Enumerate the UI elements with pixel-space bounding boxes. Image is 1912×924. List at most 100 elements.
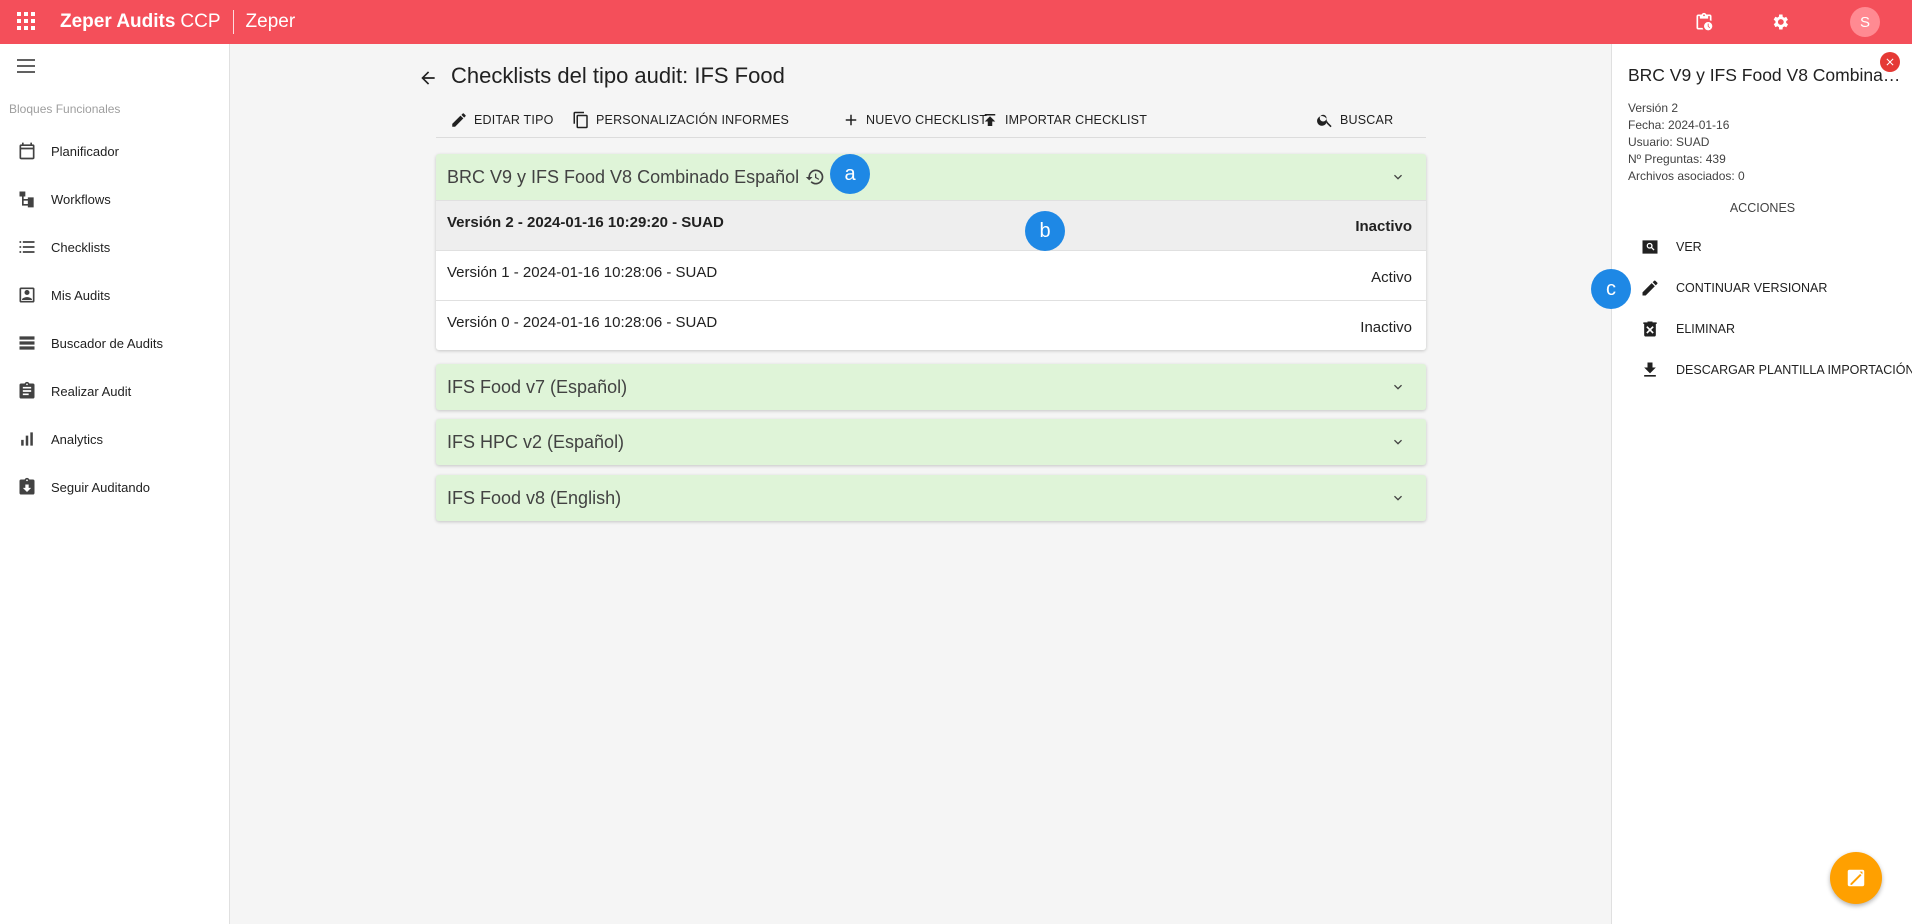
- user-avatar[interactable]: S: [1850, 7, 1880, 37]
- import-checklist-label: IMPORTAR CHECKLIST: [1005, 113, 1148, 127]
- sidebar: Bloques Funcionales Planificador Workflo…: [0, 44, 230, 924]
- search-label: BUSCAR: [1340, 113, 1394, 127]
- version-row[interactable]: Versión 1 - 2024-01-16 10:28:06 - SUAD A…: [436, 250, 1426, 300]
- delete-label: ELIMINAR: [1676, 322, 1736, 336]
- sidebar-item-planificador[interactable]: Planificador: [0, 127, 230, 175]
- chevron-up-icon[interactable]: [1390, 169, 1406, 185]
- list-search-icon: [19, 336, 35, 350]
- page-title: Checklists del tipo audit: IFS Food: [451, 63, 785, 88]
- detail-questions: Nº Preguntas: 439: [1628, 152, 1726, 166]
- apps-grid-icon[interactable]: [17, 12, 35, 30]
- checklist-panel-ifs-hpc-v2[interactable]: IFS HPC v2 (Español): [436, 419, 1426, 465]
- continue-versioning-label: CONTINUAR VERSIONAR: [1676, 281, 1828, 295]
- sidebar-item-label: Seguir Auditando: [51, 479, 151, 495]
- sidebar-item-label: Realizar Audit: [51, 383, 132, 399]
- new-checklist-button[interactable]: NUEVO CHECKLIST: [842, 108, 987, 132]
- gear-icon[interactable]: [1770, 12, 1790, 32]
- magnify-box-icon: [1642, 240, 1658, 254]
- history-icon[interactable]: [805, 167, 825, 187]
- detail-files: Archivos asociados: 0: [1628, 169, 1745, 183]
- detail-date: Fecha: 2024-01-16: [1628, 118, 1730, 132]
- upload-icon: [984, 114, 996, 126]
- download-icon: [1644, 362, 1656, 377]
- app-suffix: CCP: [180, 11, 221, 32]
- brand-divider: [232, 10, 234, 34]
- chevron-down-icon[interactable]: [1390, 434, 1406, 450]
- checklist-name: IFS Food v7 (Español): [447, 376, 628, 397]
- main-content: Checklists del tipo audit: IFS Food EDIT…: [230, 44, 1611, 924]
- sidebar-item-checklists[interactable]: Checklists: [0, 223, 230, 271]
- version-label: Versión 0 - 2024-01-16 10:28:06 - SUAD: [447, 314, 718, 331]
- annotation-badge-b: b: [1025, 211, 1065, 251]
- contact-card-icon: [19, 287, 35, 303]
- detail-metadata: Versión 2 Fecha: 2024-01-16 Usuario: SUA…: [1628, 100, 1745, 185]
- chevron-down-icon[interactable]: [1390, 490, 1406, 506]
- sidebar-item-label: Planificador: [51, 143, 119, 159]
- chevron-down-icon[interactable]: [1390, 379, 1406, 395]
- delete-button[interactable]: ELIMINAR: [1640, 317, 1735, 341]
- pencil-icon: [452, 113, 466, 127]
- detail-user: Usuario: SUAD: [1628, 135, 1710, 149]
- version-status: Activo: [1371, 269, 1412, 286]
- new-checklist-label: NUEVO CHECKLIST: [866, 113, 988, 127]
- copy-icon: [573, 111, 588, 129]
- top-app-bar: Zeper Audits CCP Zeper S: [0, 0, 1912, 44]
- actions-heading: ACCIONES: [1729, 201, 1796, 215]
- pencil-icon: [1642, 280, 1658, 296]
- version-label: Versión 2 - 2024-01-16 10:29:20 - SUAD: [447, 214, 724, 231]
- delete-icon: [1643, 321, 1657, 337]
- hamburger-menu-icon[interactable]: [17, 59, 35, 73]
- detail-version: Versión 2: [1628, 101, 1679, 115]
- back-arrow-icon[interactable]: [418, 68, 438, 88]
- sidebar-item-mis-audits[interactable]: Mis Audits: [0, 271, 230, 319]
- calendar-icon: [19, 142, 35, 160]
- checklist-panel-ifs-food-v8[interactable]: IFS Food v8 (English): [436, 475, 1426, 521]
- edit-type-label: EDITAR TIPO: [474, 113, 554, 127]
- checklist-name: IFS HPC v2 (Español): [447, 431, 625, 452]
- report-customization-button[interactable]: PERSONALIZACIÓN INFORMES: [572, 108, 789, 132]
- version-label: Versión 1 - 2024-01-16 10:28:06 - SUAD: [447, 264, 718, 281]
- search-icon: [1317, 114, 1332, 128]
- sidebar-item-analytics[interactable]: Analytics: [0, 415, 230, 463]
- version-status: Inactivo: [1355, 218, 1412, 235]
- version-row[interactable]: Versión 0 - 2024-01-16 10:28:06 - SUAD I…: [436, 300, 1426, 350]
- search-button[interactable]: BUSCAR: [1316, 108, 1393, 132]
- edit-note-icon: [1847, 869, 1865, 887]
- sidebar-item-label: Buscador de Audits: [51, 335, 164, 351]
- report-customization-label: PERSONALIZACIÓN INFORMES: [596, 113, 790, 127]
- checklist-panel-header[interactable]: IFS Food v7 (Español): [436, 364, 1426, 410]
- sidebar-item-label: Workflows: [51, 191, 111, 207]
- sidebar-section-label: Bloques Funcionales: [9, 102, 121, 116]
- import-checklist-button[interactable]: IMPORTAR CHECKLIST: [981, 108, 1147, 132]
- checklist-panel-header[interactable]: IFS Food v8 (English): [436, 475, 1426, 521]
- version-status: Inactivo: [1360, 319, 1412, 336]
- annotation-badge-a: a: [830, 154, 870, 194]
- continue-versioning-button[interactable]: CONTINUAR VERSIONAR: [1640, 276, 1827, 300]
- clipboard-icon: [19, 381, 35, 399]
- workflow-icon: [19, 191, 34, 208]
- clipboard-download-icon: [19, 477, 35, 495]
- sidebar-item-seguir-auditando[interactable]: Seguir Auditando: [0, 463, 230, 511]
- clipboard-task-icon[interactable]: [1694, 12, 1714, 32]
- annotation-badge-c: c: [1591, 269, 1631, 309]
- view-label: VER: [1676, 240, 1702, 254]
- view-button[interactable]: VER: [1640, 235, 1702, 259]
- checklist-panel-header[interactable]: IFS HPC v2 (Español): [436, 419, 1426, 465]
- bar-chart-icon: [21, 432, 33, 446]
- checklist-detail-panel: BRC V9 y IFS Food V8 Combinado Español V…: [1611, 44, 1912, 924]
- sidebar-item-workflows[interactable]: Workflows: [0, 175, 230, 223]
- sidebar-item-buscador-de-audits[interactable]: Buscador de Audits: [0, 319, 230, 367]
- brand[interactable]: Zeper Audits CCP Zeper: [60, 10, 295, 34]
- download-import-template-button[interactable]: DESCARGAR PLANTILLA IMPORTACIÓN: [1640, 358, 1912, 382]
- checklist-name: BRC V9 y IFS Food V8 Combinado Español: [447, 166, 800, 187]
- sidebar-item-realizar-audit[interactable]: Realizar Audit: [0, 367, 230, 415]
- checklist-panel-ifs-food-v7[interactable]: IFS Food v7 (Español): [436, 364, 1426, 410]
- checklist-name: IFS Food v8 (English): [447, 487, 622, 508]
- sidebar-item-label: Checklists: [51, 239, 111, 255]
- version-row[interactable]: Versión 2 - 2024-01-16 10:29:20 - SUAD I…: [436, 200, 1426, 250]
- app-name: Zeper Audits: [60, 11, 176, 32]
- floating-action-button[interactable]: [1830, 852, 1882, 904]
- detail-title: BRC V9 y IFS Food V8 Combinado Español: [1628, 65, 1904, 85]
- checklist-panel-header[interactable]: BRC V9 y IFS Food V8 Combinado Español: [436, 154, 1426, 200]
- edit-type-button[interactable]: EDITAR TIPO: [450, 108, 554, 132]
